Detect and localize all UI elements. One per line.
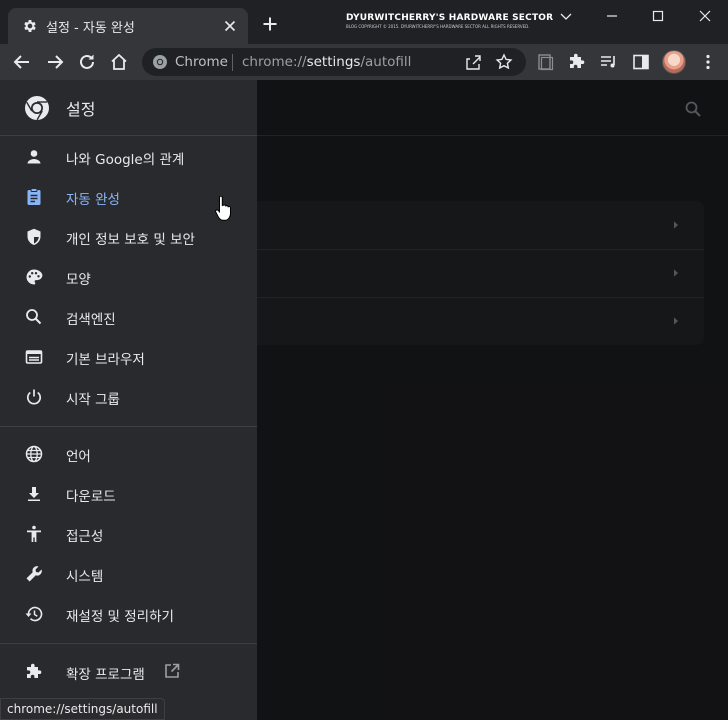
sidebar-item-on-startup[interactable]: 시작 그룹 bbox=[0, 377, 257, 417]
avatar[interactable] bbox=[662, 50, 686, 74]
download-icon bbox=[28, 487, 40, 501]
drawer-divider bbox=[0, 643, 257, 644]
hand-cursor-icon bbox=[215, 196, 231, 221]
sidebar-item-system[interactable]: 시스템 bbox=[0, 554, 257, 594]
status-url-bubble: chrome://settings/autofill bbox=[0, 698, 165, 720]
tab-title: 설정 - 자동 완성 bbox=[46, 21, 135, 36]
more-vertical-icon[interactable] bbox=[698, 52, 718, 72]
url-host: settings bbox=[306, 54, 361, 70]
history-icon bbox=[25, 606, 43, 622]
sidebar-item-downloads[interactable]: 다운로드 bbox=[0, 474, 257, 514]
chrome-logo-icon bbox=[25, 96, 49, 121]
sidebar-item-you-and-google[interactable]: 나와 Google의 관계 bbox=[0, 137, 257, 177]
drawer-divider bbox=[0, 426, 257, 427]
sidebar-item-label: 자동 완성 bbox=[66, 192, 120, 208]
url-path: /autofill bbox=[360, 54, 412, 70]
power-icon bbox=[26, 389, 42, 405]
wrench-icon bbox=[26, 566, 42, 582]
address-bar[interactable]: Chrome chrome://settings/autofill bbox=[142, 48, 526, 76]
side-panel-icon[interactable] bbox=[631, 52, 651, 72]
close-icon[interactable] bbox=[222, 18, 238, 34]
sidebar-item-label: 개인 정보 보호 및 보안 bbox=[66, 232, 195, 248]
drawer-title: 설정 bbox=[66, 100, 96, 119]
toolbar: Chrome chrome://settings/autofill bbox=[0, 44, 728, 80]
minimize-icon[interactable] bbox=[604, 8, 620, 24]
banner-copyright: BLOG COPYRIGHT © 2015. DYURWITCHERRY'S H… bbox=[346, 24, 530, 29]
omnibox-divider bbox=[232, 54, 233, 71]
sidebar-item-default-browser[interactable]: 기본 브라우저 bbox=[0, 337, 257, 377]
title-bar: 설정 - 자동 완성 DYURWITCHERRY'S HARDWARE SECT… bbox=[0, 0, 728, 44]
sidebar-item-search-engine[interactable]: 검색엔진 bbox=[0, 297, 257, 337]
drawer-header: 설정 bbox=[0, 80, 257, 136]
person-icon bbox=[27, 150, 41, 164]
star-icon[interactable] bbox=[495, 53, 513, 71]
tab-search-icon[interactable] bbox=[535, 52, 555, 72]
url-scheme: chrome:// bbox=[242, 54, 307, 70]
chevron-down-icon[interactable] bbox=[558, 8, 574, 24]
sidebar-item-accessibility[interactable]: 접근성 bbox=[0, 514, 257, 554]
url-text[interactable]: chrome://settings/autofill bbox=[242, 54, 411, 70]
reload-icon[interactable] bbox=[77, 52, 97, 72]
sidebar-item-label: 시작 그룹 bbox=[66, 392, 120, 408]
forward-icon[interactable] bbox=[45, 52, 65, 72]
sidebar-item-label: 기본 브라우저 bbox=[66, 352, 145, 368]
sidebar-item-label: 다운로드 bbox=[66, 489, 116, 505]
blog-banner: DYURWITCHERRY'S HARDWARE SECTOR BLOG COP… bbox=[346, 13, 554, 35]
clipboard-icon bbox=[27, 188, 41, 205]
sidebar-item-label: 시스템 bbox=[66, 569, 104, 585]
sidebar-item-extensions[interactable]: 확장 프로그램 bbox=[0, 652, 257, 692]
new-tab-icon[interactable] bbox=[262, 16, 278, 32]
sidebar-item-label: 확장 프로그램 bbox=[66, 667, 145, 683]
sidebar-item-privacy[interactable]: 개인 정보 보호 및 보안 bbox=[0, 217, 257, 257]
settings-drawer: 설정 나와 Google의 관계 자동 완성 개인 정보 보호 및 보안 모양 … bbox=[0, 80, 257, 720]
puzzle-icon[interactable] bbox=[567, 52, 587, 72]
sidebar-item-label: 검색엔진 bbox=[66, 312, 116, 328]
search-icon bbox=[26, 309, 42, 325]
share-icon[interactable] bbox=[464, 53, 482, 71]
back-icon[interactable] bbox=[12, 52, 32, 72]
sidebar-item-label: 모양 bbox=[66, 272, 91, 288]
sidebar-item-label: 나와 Google의 관계 bbox=[66, 152, 185, 168]
tab-settings[interactable]: 설정 - 자동 완성 bbox=[8, 8, 248, 44]
accessibility-icon bbox=[27, 525, 41, 542]
media-queue-icon[interactable] bbox=[599, 52, 619, 72]
window-close-icon[interactable] bbox=[697, 8, 713, 24]
shield-icon bbox=[27, 228, 41, 245]
maximize-icon[interactable] bbox=[650, 8, 666, 24]
site-name: Chrome bbox=[175, 54, 228, 70]
globe-icon bbox=[25, 445, 43, 463]
sidebar-item-languages[interactable]: 언어 bbox=[0, 434, 257, 474]
sidebar-item-reset[interactable]: 재설정 및 정리하기 bbox=[0, 594, 257, 634]
sidebar-item-appearance[interactable]: 모양 bbox=[0, 257, 257, 297]
drawer-scrim[interactable] bbox=[257, 80, 728, 720]
gear-icon bbox=[24, 20, 36, 32]
home-icon[interactable] bbox=[109, 52, 129, 72]
banner-title: DYURWITCHERRY'S HARDWARE SECTOR bbox=[346, 13, 554, 23]
sidebar-item-label: 접근성 bbox=[66, 529, 104, 545]
sidebar-item-label: 재설정 및 정리하기 bbox=[66, 609, 174, 625]
puzzle-icon bbox=[27, 663, 42, 678]
browser-icon bbox=[25, 350, 43, 364]
chrome-icon bbox=[153, 55, 167, 69]
palette-icon bbox=[26, 269, 43, 285]
open-in-new-icon bbox=[165, 663, 180, 678]
sidebar-item-label: 언어 bbox=[66, 449, 91, 465]
